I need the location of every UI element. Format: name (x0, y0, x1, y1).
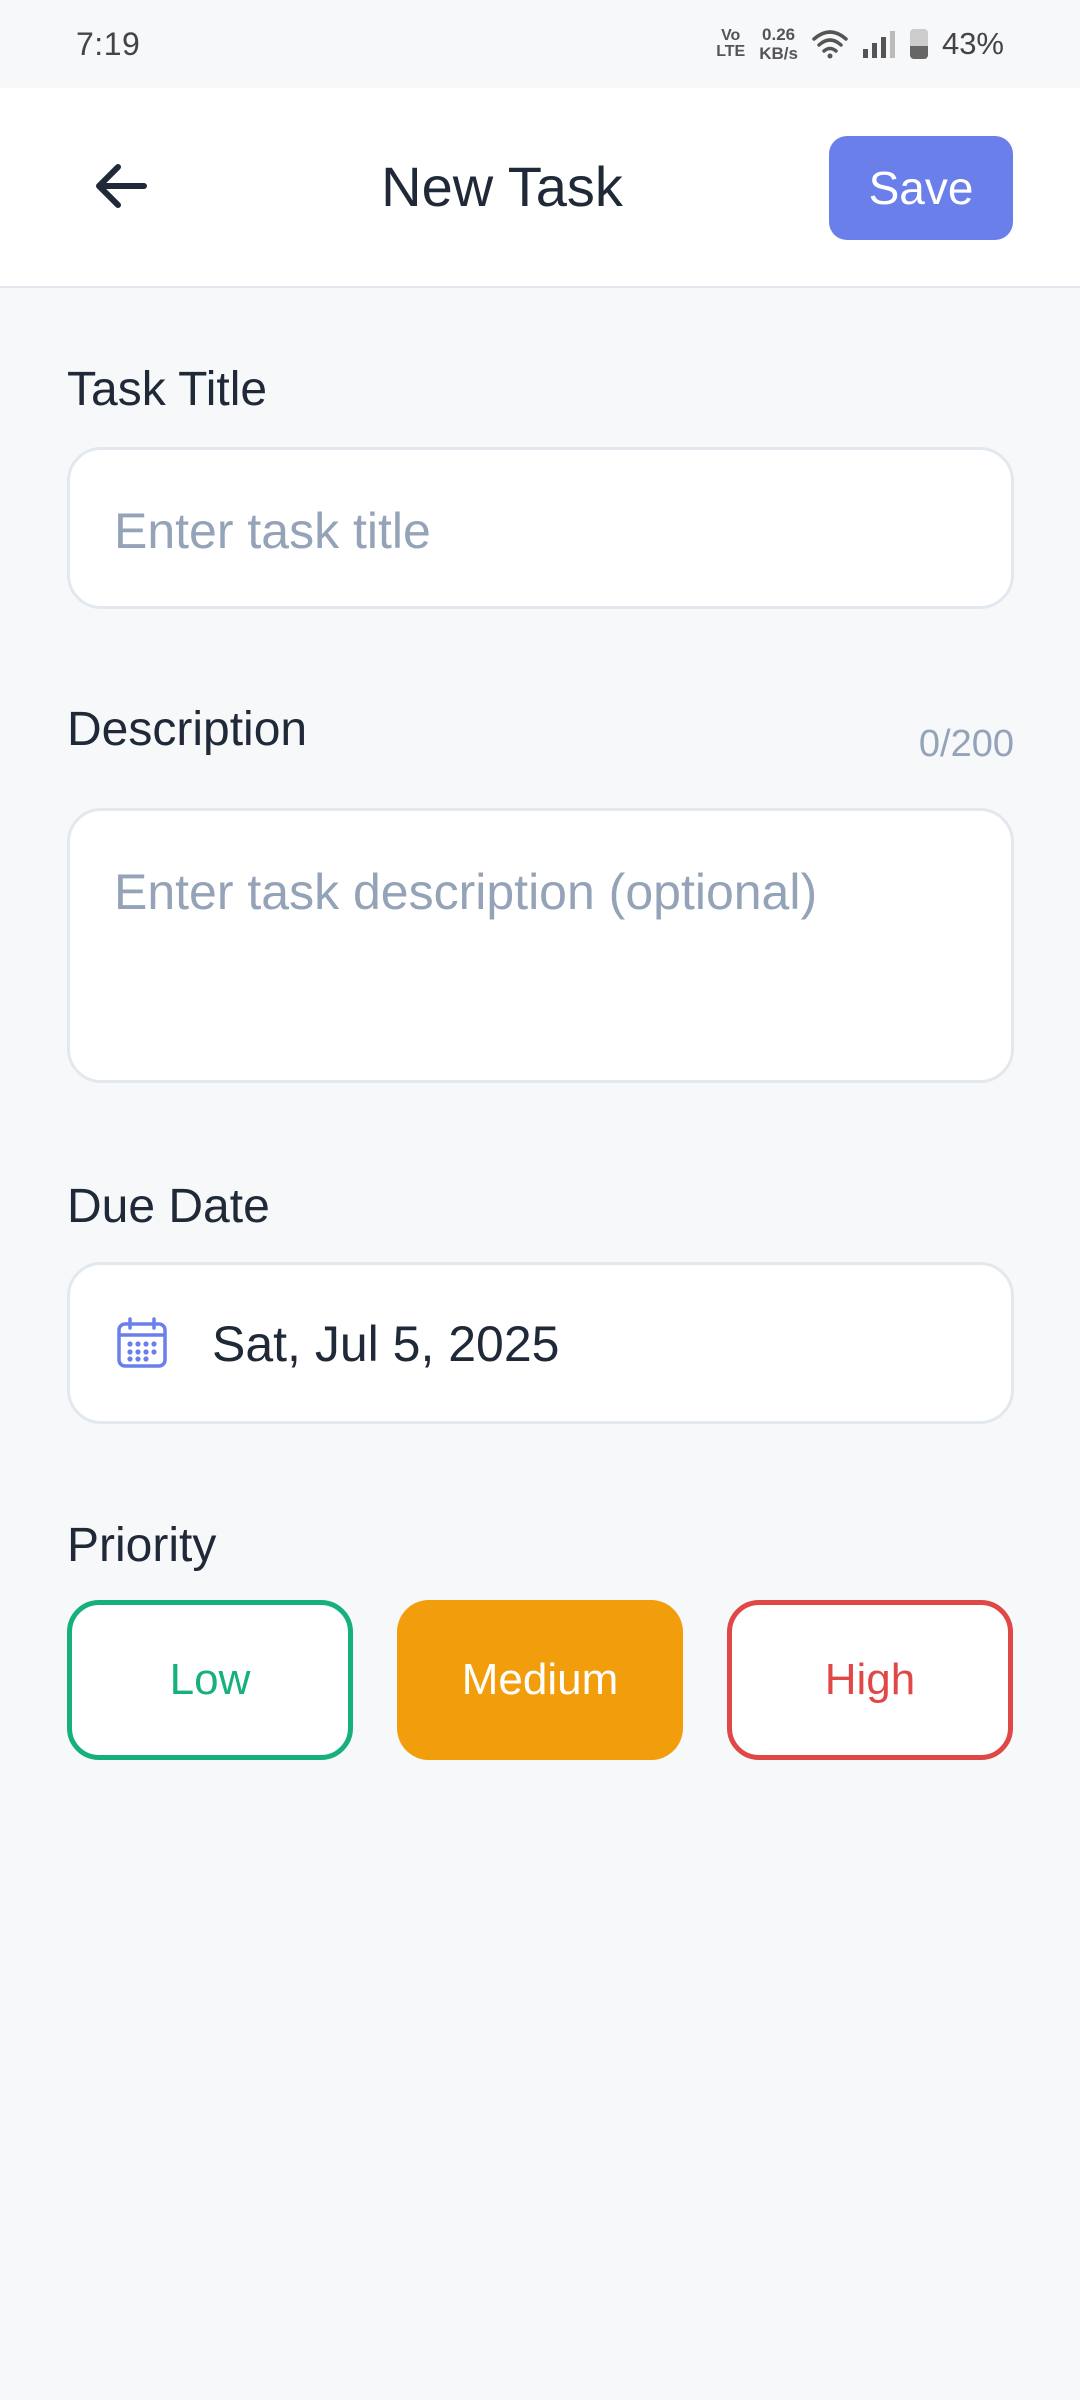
battery-percent: 43% (941, 26, 1004, 61)
priority-medium-button[interactable]: Medium (397, 1600, 683, 1760)
app-bar: New Task Save (0, 88, 1080, 288)
status-bar: 7:19 Vo LTE 0.26 KB/s 43% (0, 0, 1080, 88)
calendar-icon (117, 1317, 167, 1368)
volte-icon: Vo LTE (716, 27, 746, 60)
network-speed: 0.26 KB/s (759, 25, 798, 63)
task-title-input[interactable]: Enter task title (67, 447, 1014, 609)
priority-label: Priority (67, 1519, 217, 1572)
due-date-value: Sat, Jul 5, 2025 (212, 1316, 560, 1372)
status-icons: Vo LTE 0.26 KB/s 43% (716, 25, 1004, 63)
status-time: 7:19 (76, 25, 141, 62)
signal-icon (862, 31, 895, 58)
task-title-label: Task Title (67, 363, 268, 416)
priority-high-button[interactable]: High (727, 1600, 1013, 1760)
due-date-picker[interactable]: Sat, Jul 5, 2025 (67, 1262, 1014, 1424)
wifi-icon (812, 30, 848, 59)
description-input[interactable]: Enter task description (optional) (67, 808, 1014, 1083)
battery-icon (909, 29, 928, 59)
priority-low-button[interactable]: Low (67, 1600, 353, 1760)
due-date-label: Due Date (67, 1180, 270, 1233)
task-title-placeholder: Enter task title (114, 503, 431, 559)
description-placeholder: Enter task description (optional) (114, 864, 818, 920)
description-label: Description (67, 703, 308, 756)
save-button[interactable]: Save (829, 136, 1013, 240)
description-counter: 0/200 (918, 723, 1014, 765)
